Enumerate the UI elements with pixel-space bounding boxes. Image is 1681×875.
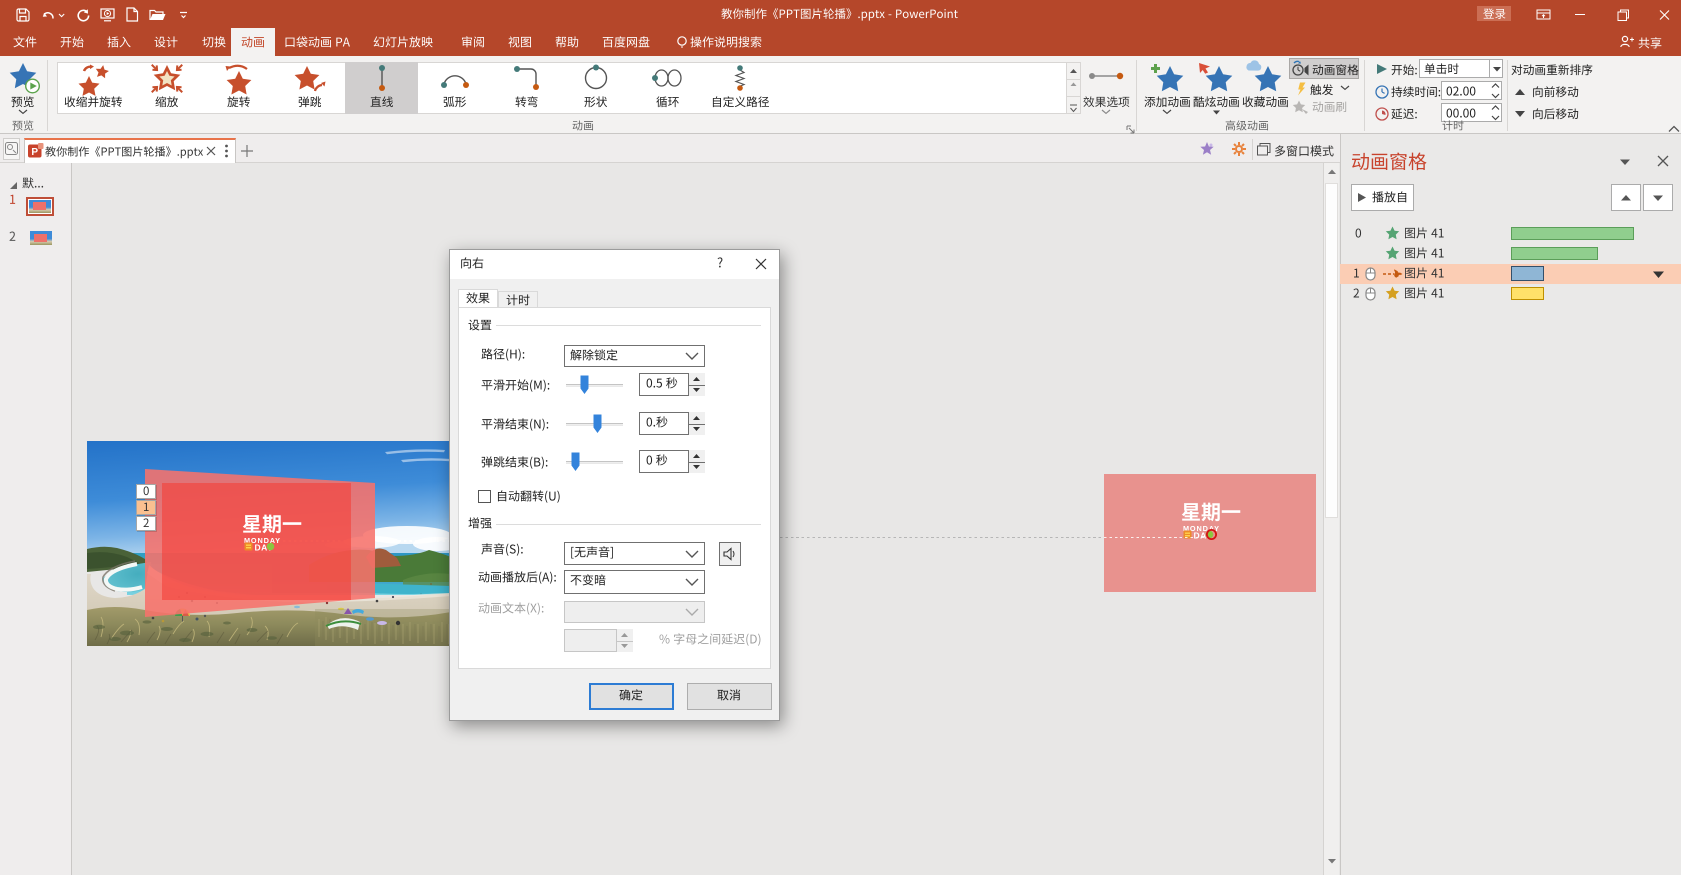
svg-text:P: P (31, 147, 38, 158)
